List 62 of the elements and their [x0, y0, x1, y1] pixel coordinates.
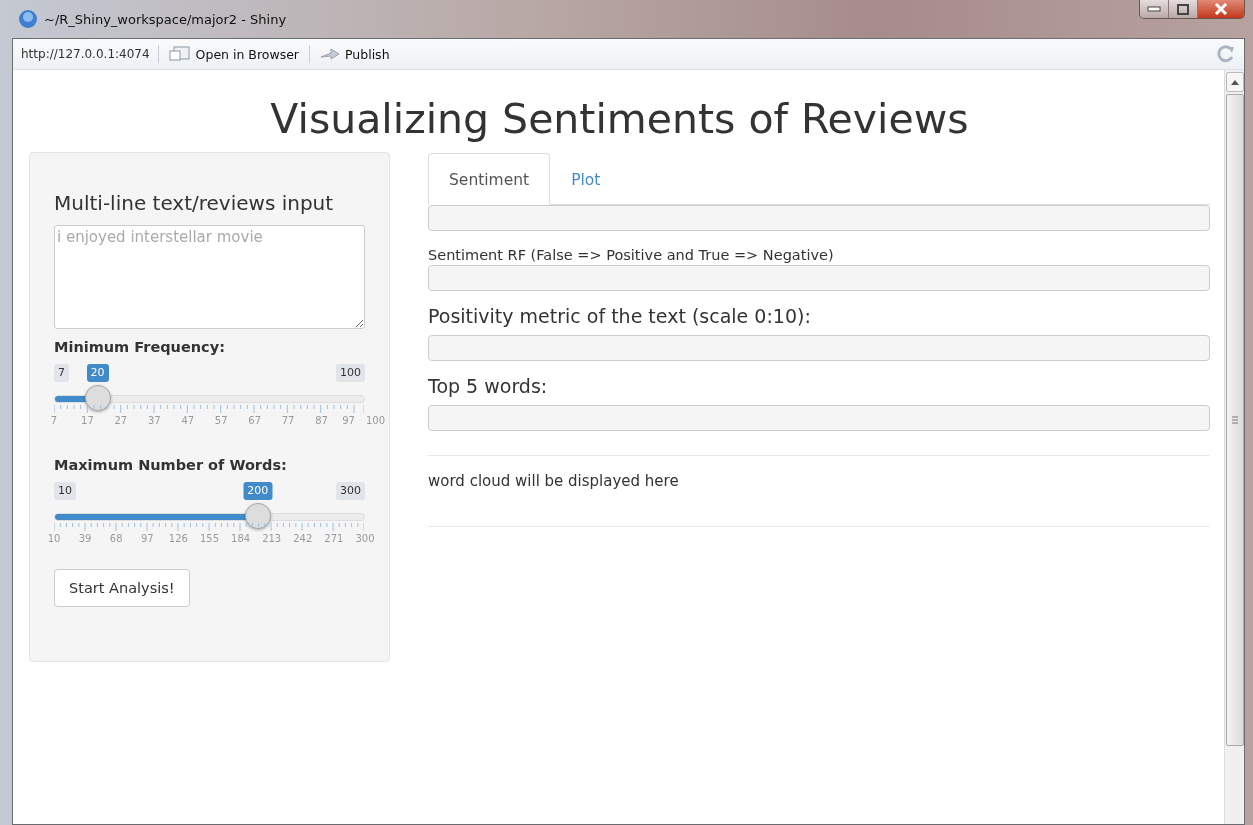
- text-input-field[interactable]: i enjoyed interstellar movie: [54, 225, 365, 329]
- app-icon: [18, 9, 38, 29]
- tab[interactable]: Sentiment: [428, 153, 551, 205]
- tick-label: 100: [366, 415, 386, 426]
- tick-label: 67: [248, 415, 261, 426]
- scrollbar-thumb[interactable]: [1225, 94, 1244, 746]
- tick-label: 97: [140, 533, 154, 544]
- input-label: Multi-line text/reviews input: [54, 191, 335, 215]
- tick-label: 37: [147, 415, 161, 426]
- publish-button[interactable]: Publish: [318, 46, 392, 62]
- tick-label: 10: [47, 533, 61, 544]
- max-value-label: 300: [336, 482, 365, 500]
- slider-track[interactable]: [54, 513, 365, 521]
- min-value-label: 7: [54, 364, 69, 382]
- minimize-button[interactable]: [1140, 0, 1169, 18]
- open-in-browser-button[interactable]: Open in Browser: [166, 46, 301, 62]
- slider-handle[interactable]: [244, 503, 271, 529]
- tick-label: 184: [231, 533, 251, 544]
- current-value-label: 20: [86, 364, 109, 382]
- url-text: http://127.0.0.1:4074: [21, 47, 150, 61]
- tick-label: 57: [214, 415, 228, 426]
- window-title: ~/R_Shiny_workspace/major2 - Shiny: [44, 11, 287, 27]
- tick-label: 97: [342, 415, 355, 426]
- max-value-label: 100: [336, 364, 365, 382]
- window-icon: [168, 46, 191, 62]
- tick-label: 77: [281, 415, 295, 426]
- output-label: Sentiment RF (False => Positive and True => Negative): [428, 247, 835, 263]
- minimize-icon: [1147, 6, 1161, 12]
- tick-label: 155: [199, 533, 220, 544]
- slider-track[interactable]: [54, 395, 365, 403]
- tick-label: 87: [315, 415, 328, 426]
- tick-label: 27: [114, 415, 128, 426]
- maximize-button[interactable]: [1169, 0, 1198, 18]
- slider-label: Minimum Frequency:: [54, 339, 226, 355]
- tab[interactable]: Plot: [550, 153, 622, 205]
- close-icon: [1214, 3, 1228, 15]
- tick-label: 47: [181, 415, 195, 426]
- tick-label: 213: [262, 533, 282, 544]
- output-heading: Top 5 words:: [428, 375, 549, 397]
- tick-label: 17: [81, 415, 94, 426]
- tick-label: 271: [324, 533, 344, 544]
- scrollbar[interactable]: [1224, 70, 1244, 824]
- slider-label: Maximum Number of Words:: [54, 457, 288, 473]
- start-analysis-button[interactable]: Start Analysis!: [54, 569, 190, 607]
- tick-label: 68: [109, 533, 123, 544]
- tick-label: 126: [168, 533, 188, 544]
- page-title: Visualizing Sentiments of Reviews: [269, 94, 970, 144]
- arrow-icon: [320, 47, 340, 61]
- close-button[interactable]: [1198, 0, 1244, 18]
- slider-handle[interactable]: [84, 385, 111, 411]
- min-value-label: 10: [54, 482, 76, 500]
- tick-label: 7: [50, 415, 58, 426]
- tick-label: 242: [293, 533, 313, 544]
- up-arrow-icon: [1230, 79, 1239, 85]
- maximize-icon: [1177, 3, 1189, 15]
- current-value-label: 200: [243, 482, 273, 500]
- grip-icon: [1231, 416, 1238, 424]
- output-heading: Positivity metric of the text (scale 0:10):: [428, 305, 812, 327]
- refresh-icon[interactable]: [1216, 44, 1236, 64]
- placeholder-text: word cloud will be displayed here: [428, 472, 680, 490]
- tick-label: 300: [355, 533, 375, 544]
- tick-label: 39: [78, 533, 92, 544]
